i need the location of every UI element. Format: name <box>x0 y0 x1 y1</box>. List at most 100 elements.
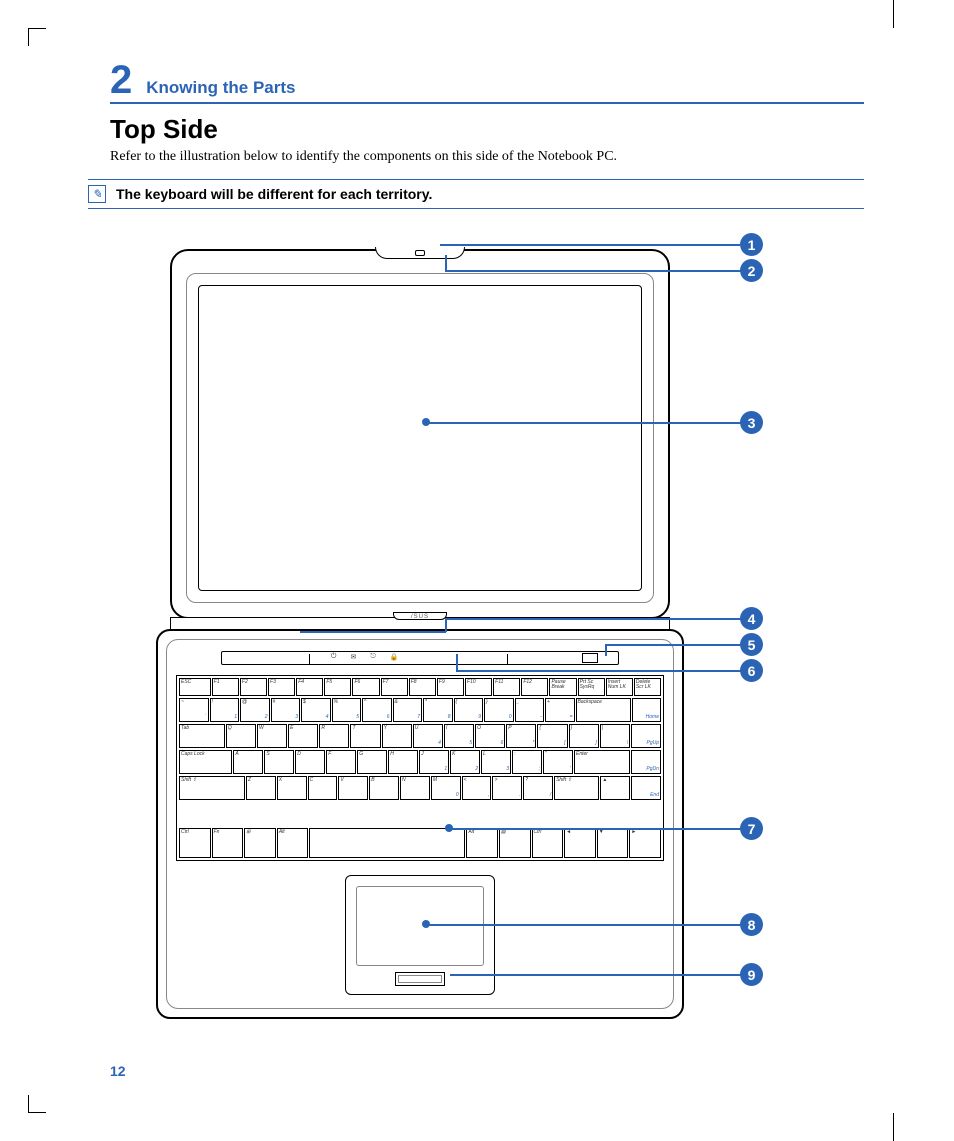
key: &7 <box>393 698 423 722</box>
key: ~` <box>179 698 209 722</box>
page: 2 Knowing the Parts Top Side Refer to th… <box>0 0 954 1141</box>
key: Shift ⇧ <box>554 776 599 800</box>
key: ▼ <box>597 828 629 858</box>
key: F5 <box>324 678 351 696</box>
key: F12 <box>521 678 548 696</box>
webcam-housing <box>375 247 465 259</box>
leader-line <box>456 670 741 672</box>
key: @2 <box>240 698 270 722</box>
key: ⊞ <box>244 828 276 858</box>
key: End <box>631 776 661 800</box>
key: C <box>308 776 338 800</box>
key: F <box>326 750 356 774</box>
key: F8 <box>409 678 436 696</box>
key: F10 <box>465 678 492 696</box>
callout-5: 5 <box>740 633 763 656</box>
key: F4 <box>296 678 323 696</box>
chapter-title: Knowing the Parts <box>146 78 295 98</box>
key: |\ <box>600 724 630 748</box>
key: F7 <box>381 678 408 696</box>
key: {[ <box>537 724 567 748</box>
section-intro: Refer to the illustration below to ident… <box>110 149 864 165</box>
key: PgUp <box>631 724 661 748</box>
key: !1 <box>210 698 240 722</box>
key: (9 <box>454 698 484 722</box>
leader-line <box>605 644 741 646</box>
key: Home <box>632 698 662 722</box>
callout-4: 4 <box>740 607 763 630</box>
section-title: Top Side <box>110 114 864 145</box>
key: ◄ <box>564 828 596 858</box>
page-number: 12 <box>110 1063 126 1079</box>
key: $4 <box>301 698 331 722</box>
chapter-header: 2 Knowing the Parts <box>110 60 864 104</box>
touchpad <box>345 875 495 995</box>
key: *8 <box>423 698 453 722</box>
key: Enter <box>574 750 630 774</box>
key-row: ESCF1F2F3F4F5F6F7F8F9F10F11F12Pause Brea… <box>179 678 661 696</box>
key: M0 <box>431 776 461 800</box>
key: D <box>295 750 325 774</box>
callout-8: 8 <box>740 913 763 936</box>
key: Q <box>226 724 256 748</box>
key: Alt <box>277 828 309 858</box>
fingerprint-reader <box>395 972 445 986</box>
key: >. <box>492 776 522 800</box>
leader-line <box>445 270 741 272</box>
key: "' <box>543 750 573 774</box>
key: Caps Lock <box>179 750 232 774</box>
leader-line <box>456 654 458 671</box>
leader-line <box>428 924 741 926</box>
laptop-base: ⏻✉⎋🔒 ESCF1F2F3F4F5F6F7F8F9F10F11F12Pause… <box>156 629 684 1019</box>
key: += <box>545 698 575 722</box>
key: R <box>319 724 349 748</box>
key: ?/ <box>523 776 553 800</box>
status-indicator-strip <box>221 651 619 665</box>
key: Delete Scr LK <box>634 678 661 696</box>
leader-dot <box>422 920 430 928</box>
camera-icon <box>415 250 425 256</box>
key: L3 <box>481 750 511 774</box>
key: Shift ⇧ <box>179 776 245 800</box>
laptop-diagram: /SUS ⏻✉⎋🔒 ESCF1F2F3F4F5F6F7F8F9F10F11F12… <box>150 233 840 1023</box>
key: F9 <box>437 678 464 696</box>
key: B <box>369 776 399 800</box>
leader-line <box>300 631 446 633</box>
key: Y <box>382 724 412 748</box>
key: Ctrl <box>179 828 211 858</box>
key: _- <box>515 698 545 722</box>
key: I5 <box>444 724 474 748</box>
key: A <box>233 750 263 774</box>
key: W <box>257 724 287 748</box>
leader-dot <box>422 418 430 426</box>
leader-line <box>440 244 740 246</box>
key: P* <box>506 724 536 748</box>
key-row: Shift ⇧ZXCVBNM0<,>.?/Shift ⇧▲End <box>179 776 661 800</box>
key: Prt Sc SysRq <box>578 678 605 696</box>
key: Backspace <box>576 698 631 722</box>
key: }] <box>569 724 599 748</box>
key: S <box>264 750 294 774</box>
leader-line <box>445 618 741 620</box>
note-text: The keyboard will be different for each … <box>116 186 432 202</box>
key: #3 <box>271 698 301 722</box>
leader-dot <box>445 824 453 832</box>
chapter-number: 2 <box>110 60 132 100</box>
key: ESC <box>179 678 211 696</box>
key: Fn <box>212 828 244 858</box>
key: F2 <box>240 678 267 696</box>
power-button <box>582 653 598 663</box>
callout-9: 9 <box>740 963 763 986</box>
key: F6 <box>352 678 379 696</box>
key: K2 <box>450 750 480 774</box>
key: %5 <box>332 698 362 722</box>
key: Tab <box>179 724 225 748</box>
key: G <box>357 750 387 774</box>
leader-line <box>605 644 607 656</box>
key-row: TabQWERTYU4I5O6P*{[}]|\PgUp <box>179 724 661 748</box>
key: ► <box>629 828 661 858</box>
key: ▲ <box>600 776 630 800</box>
key: )0 <box>484 698 514 722</box>
key: F3 <box>268 678 295 696</box>
key: ^6 <box>362 698 392 722</box>
